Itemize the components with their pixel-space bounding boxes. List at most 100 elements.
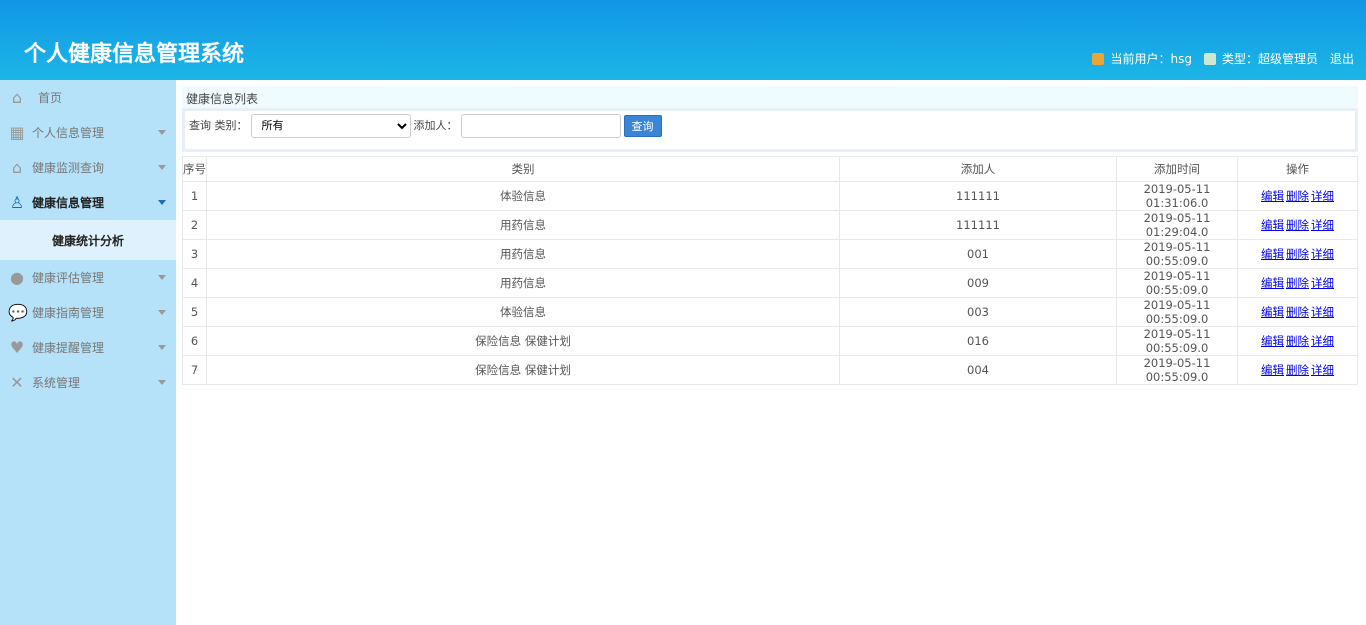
row-adder: 004 <box>839 355 1117 385</box>
health-info-table: 序号 类别 添加人 添加时间 操作 1 体验信息 111111 2019-05-11 … <box>182 156 1358 385</box>
delete-link[interactable]: 删除 <box>1286 363 1309 377</box>
adder-input[interactable] <box>460 114 621 138</box>
chevron-down-icon <box>158 345 166 350</box>
delete-link[interactable]: 删除 <box>1286 334 1309 348</box>
user-type: 类型：超级管理员 <box>1221 52 1318 66</box>
sidebar-item-system[interactable]: ✕ 系统管理 <box>0 365 176 400</box>
edit-link[interactable]: 编辑 <box>1261 218 1284 232</box>
row-actions: 编辑 删除 详细 <box>1237 297 1358 327</box>
user-icon <box>1092 52 1105 65</box>
detail-link[interactable]: 详细 <box>1311 189 1334 203</box>
edit-link[interactable]: 编辑 <box>1261 189 1284 203</box>
chevron-down-icon <box>158 310 166 315</box>
row-adder: 016 <box>839 326 1117 356</box>
category-select[interactable]: 所有 <box>250 114 411 138</box>
app-title: 个人健康信息管理系统 <box>24 41 245 67</box>
sidebar-item-assessment[interactable]: ● 健康评估管理 <box>0 260 176 295</box>
current-user: 当前用户：hsg <box>1110 52 1192 66</box>
row-actions: 编辑 删除 详细 <box>1237 268 1358 298</box>
row-time: 2019-05-11 01:31:06.0 <box>1116 181 1238 211</box>
delete-link[interactable]: 删除 <box>1286 218 1309 232</box>
row-time: 2019-05-11 00:55:09.0 <box>1116 326 1238 356</box>
user-bar: 当前用户：hsg 类型：超级管理员 退出 <box>1092 50 1354 67</box>
sidebar-item-health-info[interactable]: ♙ 健康信息管理 <box>0 185 176 220</box>
sidebar-item-home[interactable]: ⌂ 首页 <box>0 80 176 115</box>
chat-icon: 💬 <box>8 303 28 322</box>
col-adder: 添加人 <box>839 156 1117 182</box>
table-row: 3 用药信息 001 2019-05-11 00:55:09.0 编辑 删除 详细 <box>182 239 1358 269</box>
col-time: 添加时间 <box>1116 156 1238 182</box>
edit-link[interactable]: 编辑 <box>1261 247 1284 261</box>
category-label: 查询 类别： <box>189 119 248 132</box>
search-button[interactable]: 查询 <box>623 115 662 137</box>
row-adder: 111111 <box>839 210 1117 240</box>
row-actions: 编辑 删除 详细 <box>1237 210 1358 240</box>
header: 个人健康信息管理系统 当前用户：hsg 类型：超级管理员 退出 <box>0 0 1366 80</box>
col-index: 序号 <box>182 156 207 182</box>
edit-link[interactable]: 编辑 <box>1261 334 1284 348</box>
sidebar-item-personal-info[interactable]: ▦ 个人信息管理 <box>0 115 176 150</box>
page-title: 健康信息列表 <box>182 86 1358 108</box>
sidebar-item-health-monitor[interactable]: ⌂ 健康监测查询 <box>0 150 176 185</box>
sidebar-item-guide[interactable]: 💬 健康指南管理 <box>0 295 176 330</box>
row-index: 5 <box>182 297 207 327</box>
user-icon: ● <box>10 268 24 287</box>
row-actions: 编辑 删除 详细 <box>1237 181 1358 211</box>
edit-link[interactable]: 编辑 <box>1261 363 1284 377</box>
delete-link[interactable]: 删除 <box>1286 305 1309 319</box>
delete-link[interactable]: 删除 <box>1286 276 1309 290</box>
table-row: 7 保险信息 保健计划 004 2019-05-11 00:55:09.0 编辑 删除 详细 <box>182 355 1358 385</box>
row-adder: 001 <box>839 239 1117 269</box>
grid-icon: ▦ <box>9 123 25 142</box>
edit-link[interactable]: 编辑 <box>1261 305 1284 319</box>
detail-link[interactable]: 详细 <box>1311 218 1334 232</box>
table-row: 1 体验信息 111111 2019-05-11 01:31:06.0 编辑 删除 详细 <box>182 181 1358 211</box>
detail-link[interactable]: 详细 <box>1311 276 1334 290</box>
row-index: 1 <box>182 181 207 211</box>
main-content: 健康信息列表 查询 类别： 所有 添加人： 查询 序号 类别 添加人 添加时间 … <box>182 86 1358 385</box>
table-row: 2 用药信息 111111 2019-05-11 01:29:04.0 编辑 删除 详细 <box>182 210 1358 240</box>
row-time: 2019-05-11 01:29:04.0 <box>1116 210 1238 240</box>
row-category: 体验信息 <box>206 297 840 327</box>
chevron-down-icon <box>158 165 166 170</box>
detail-link[interactable]: 详细 <box>1311 247 1334 261</box>
row-index: 7 <box>182 355 207 385</box>
chevron-down-icon <box>158 380 166 385</box>
search-bar: 查询 类别： 所有 添加人： 查询 <box>182 108 1358 152</box>
row-index: 3 <box>182 239 207 269</box>
sidebar-item-reminder[interactable]: ♥ 健康提醒管理 <box>0 330 176 365</box>
row-time: 2019-05-11 00:55:09.0 <box>1116 268 1238 298</box>
col-category: 类别 <box>206 156 840 182</box>
row-category: 用药信息 <box>206 210 840 240</box>
row-actions: 编辑 删除 详细 <box>1237 326 1358 356</box>
chevron-down-icon <box>158 130 166 135</box>
sidebar: ⌂ 首页 ▦ 个人信息管理 ⌂ 健康监测查询 ♙ 健康信息管理 健康统计分析 ● 健康评估… <box>0 80 176 625</box>
row-index: 4 <box>182 268 207 298</box>
sidebar-subitem-statistics[interactable]: 健康统计分析 <box>0 220 176 260</box>
edit-link[interactable]: 编辑 <box>1261 276 1284 290</box>
row-adder: 009 <box>839 268 1117 298</box>
row-category: 保险信息 保健计划 <box>206 355 840 385</box>
row-index: 6 <box>182 326 207 356</box>
id-card-icon <box>1203 52 1216 65</box>
delete-link[interactable]: 删除 <box>1286 189 1309 203</box>
adder-label: 添加人： <box>413 119 458 132</box>
delete-link[interactable]: 删除 <box>1286 247 1309 261</box>
detail-link[interactable]: 详细 <box>1311 305 1334 319</box>
users-icon: ♙ <box>9 193 25 212</box>
row-index: 2 <box>182 210 207 240</box>
row-category: 用药信息 <box>206 268 840 298</box>
row-adder: 111111 <box>839 181 1117 211</box>
row-category: 用药信息 <box>206 239 840 269</box>
row-time: 2019-05-11 00:55:09.0 <box>1116 239 1238 269</box>
detail-link[interactable]: 详细 <box>1311 334 1334 348</box>
detail-link[interactable]: 详细 <box>1311 363 1334 377</box>
chevron-down-icon <box>158 275 166 280</box>
row-category: 保险信息 保健计划 <box>206 326 840 356</box>
row-actions: 编辑 删除 详细 <box>1237 239 1358 269</box>
table-row: 6 保险信息 保健计划 016 2019-05-11 00:55:09.0 编辑 删除 详细 <box>182 326 1358 356</box>
row-adder: 003 <box>839 297 1117 327</box>
col-actions: 操作 <box>1237 156 1358 182</box>
chevron-down-icon <box>158 200 166 205</box>
logout-link[interactable]: 退出 <box>1330 50 1354 67</box>
